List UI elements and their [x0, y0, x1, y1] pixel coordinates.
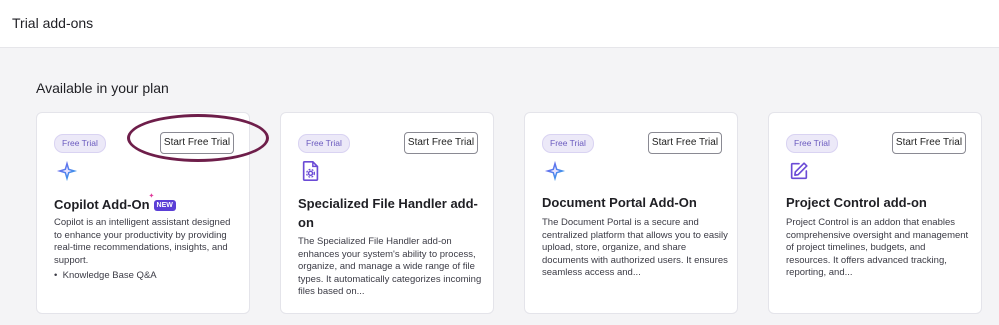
page-title: Trial add-ons	[12, 15, 94, 31]
free-trial-badge: Free Trial	[298, 134, 350, 153]
card-description: Project Control is an addon that enables…	[786, 217, 969, 278]
card-description: The Specialized File Handler add-on enha…	[298, 236, 482, 297]
card-title: Document Portal Add-On	[542, 195, 697, 210]
addon-card-copilot: Free Trial Start Free Trial Copilot Add-…	[36, 112, 250, 314]
sparkle-icon: ✦	[148, 193, 155, 200]
sparkle-star-icon	[544, 160, 566, 182]
sparkle-star-icon	[56, 160, 78, 182]
addon-card-file-handler: Free Trial Start Free Trial Specialized …	[280, 112, 494, 314]
free-trial-badge: Free Trial	[54, 134, 106, 153]
free-trial-badge: Free Trial	[786, 134, 838, 153]
free-trial-badge: Free Trial	[542, 134, 594, 153]
card-description: Copilot is an intelligent assistant desi…	[54, 217, 231, 266]
card-title: Copilot Add-On ✦ NEW	[54, 193, 240, 214]
edit-square-icon	[790, 162, 808, 180]
file-settings-icon	[302, 161, 319, 181]
page-header: Trial add-ons	[0, 0, 999, 48]
card-title: Project Control add-on	[786, 195, 927, 210]
start-free-trial-button[interactable]: Start Free Trial	[160, 132, 234, 154]
new-badge: NEW	[153, 200, 176, 211]
start-free-trial-button[interactable]: Start Free Trial	[892, 132, 966, 154]
addon-card-document-portal: Free Trial Start Free Trial Document Por…	[524, 112, 738, 314]
card-description: The Document Portal is a secure and cent…	[542, 217, 728, 278]
card-title-text: Copilot Add-On	[54, 197, 150, 212]
start-free-trial-button[interactable]: Start Free Trial	[404, 132, 478, 154]
section-title: Available in your plan	[36, 80, 169, 96]
feature-bullet-text: Knowledge Base Q&A	[62, 270, 157, 281]
feature-bullet: • Knowledge Base Q&A	[54, 270, 157, 281]
start-free-trial-button[interactable]: Start Free Trial	[648, 132, 722, 154]
card-title: Specialized File Handler add-on	[298, 196, 478, 230]
addon-card-project-control: Free Trial Start Free Trial Project Cont…	[768, 112, 982, 314]
new-badge-wrap: ✦ NEW	[149, 193, 176, 212]
